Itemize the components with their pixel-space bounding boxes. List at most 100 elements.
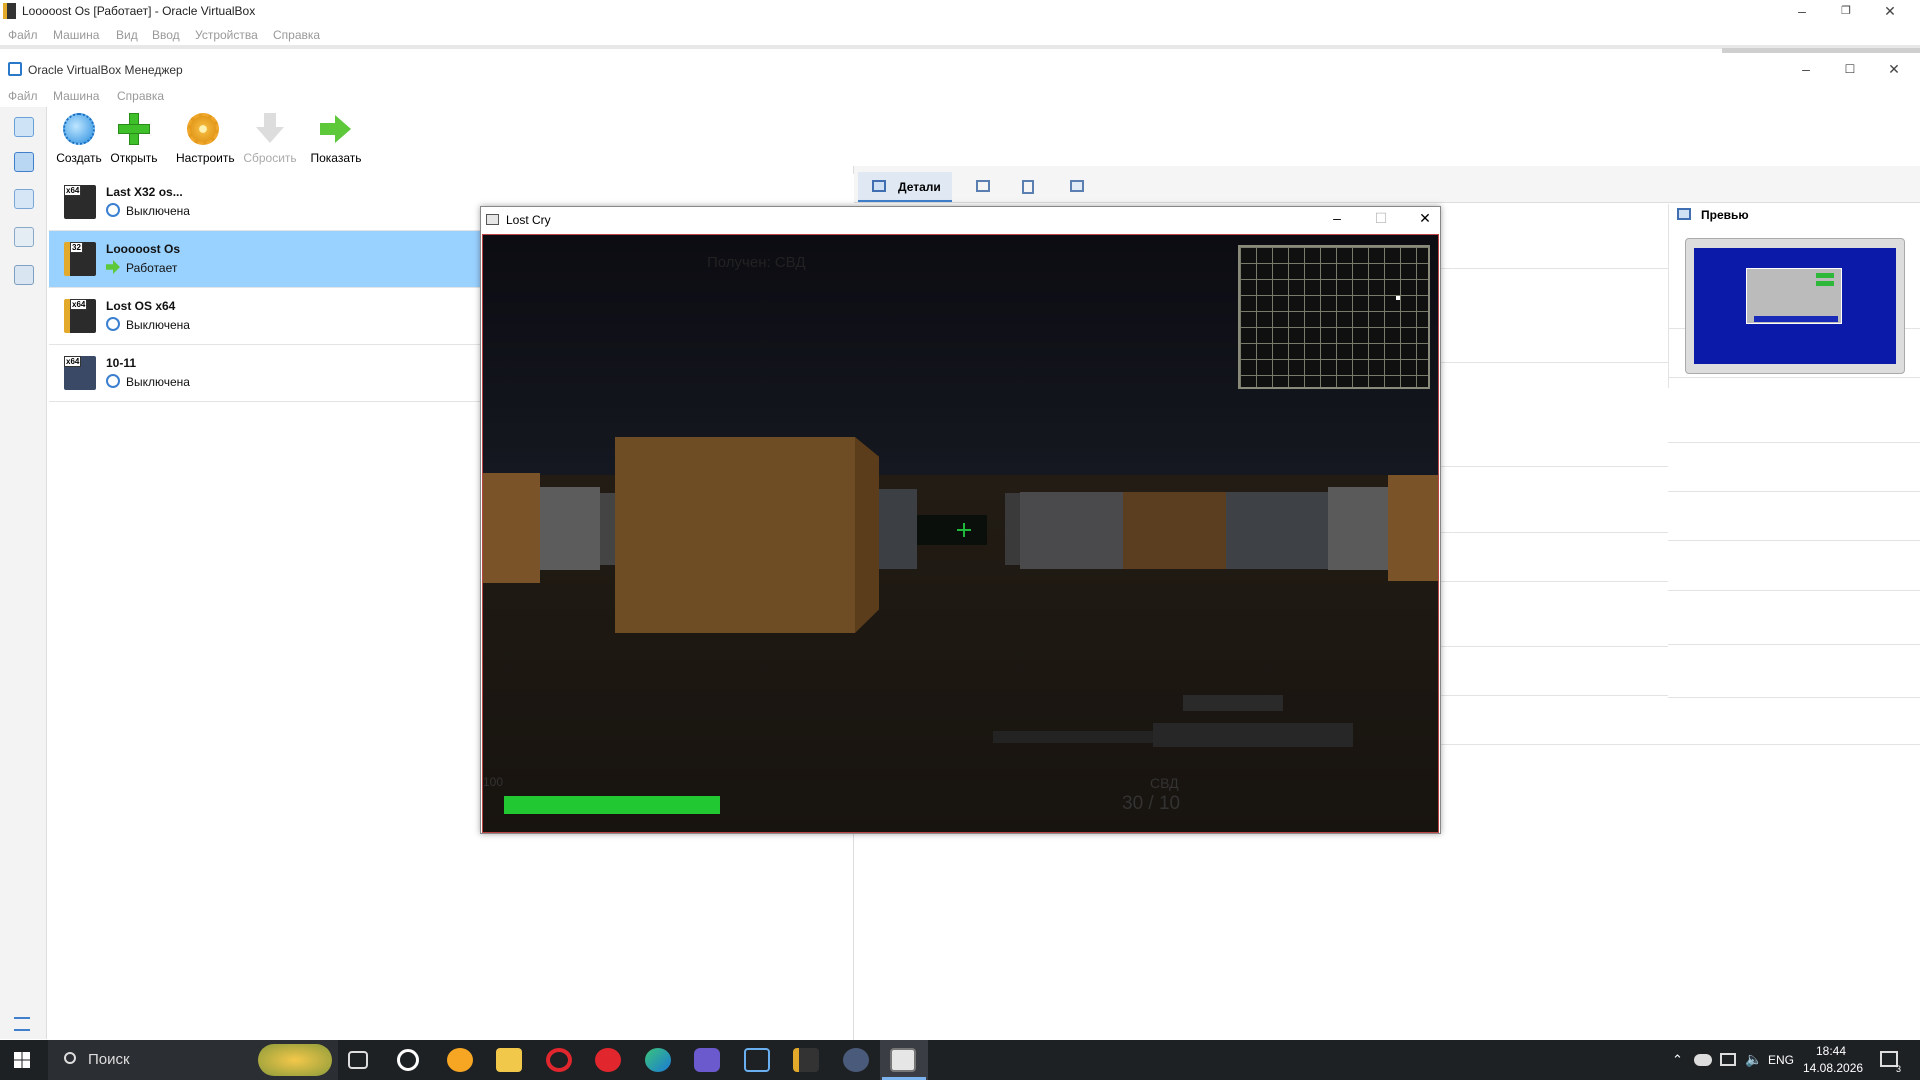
create-button[interactable]: Создать bbox=[51, 111, 107, 165]
create-label: Создать bbox=[56, 151, 102, 165]
weapon-sprite bbox=[1153, 723, 1353, 747]
yandex-icon[interactable] bbox=[595, 1048, 621, 1072]
file-explorer-icon[interactable] bbox=[496, 1048, 522, 1072]
windows-start-icon[interactable] bbox=[14, 1052, 30, 1068]
app-camera-icon[interactable] bbox=[694, 1048, 720, 1072]
menu-help[interactable]: Справка bbox=[117, 89, 164, 103]
menu-machine[interactable]: Машина bbox=[53, 89, 99, 103]
os-icon: 32 bbox=[64, 242, 96, 276]
pickup-message: Получен: СВД bbox=[707, 254, 806, 271]
onedrive-icon[interactable] bbox=[1694, 1054, 1712, 1066]
tab-snapshots[interactable] bbox=[964, 172, 1004, 202]
os-icon: x64 bbox=[64, 356, 96, 390]
crate bbox=[615, 437, 855, 633]
details-divider-long bbox=[1668, 697, 1920, 698]
game-window: Lost Cry – ☐ ✕ Получен: СВД 100 СВД 30 /… bbox=[480, 206, 1441, 834]
preview-title: Превью bbox=[1701, 208, 1749, 222]
maximize-icon[interactable]: ☐ bbox=[1842, 61, 1858, 77]
show-button[interactable]: Показать bbox=[308, 111, 364, 165]
close-icon[interactable]: ✕ bbox=[1882, 3, 1898, 19]
media-icon[interactable] bbox=[14, 227, 34, 247]
preview-icon bbox=[1677, 208, 1691, 220]
clock-time[interactable]: 18:44 bbox=[1816, 1044, 1846, 1058]
discard-label: Сбросить bbox=[243, 151, 297, 165]
vm-name: Lost OS x64 bbox=[106, 299, 176, 313]
clock-date[interactable]: 14.08.2026 bbox=[1803, 1061, 1863, 1075]
os-icon: x64 bbox=[64, 299, 96, 333]
looooost-os-vm-icon[interactable] bbox=[793, 1048, 819, 1072]
menu-file[interactable]: Файл bbox=[8, 89, 38, 103]
os-icon: x64 bbox=[64, 185, 96, 219]
far-wall bbox=[917, 515, 987, 545]
vm-name: Last X32 os... bbox=[106, 185, 183, 199]
yandex-browser-icon[interactable] bbox=[447, 1048, 473, 1072]
language-indicator[interactable]: ENG bbox=[1768, 1053, 1794, 1067]
weapon-name: СВД bbox=[1150, 775, 1179, 791]
crosshair-icon bbox=[957, 523, 971, 537]
wall bbox=[1388, 475, 1438, 581]
wall bbox=[483, 473, 540, 583]
app-mountain-icon[interactable] bbox=[843, 1048, 869, 1072]
vm-state: Выключена bbox=[126, 375, 190, 389]
network-icon[interactable] bbox=[1720, 1053, 1736, 1066]
main-toolbar: Создать Открыть Настроить Сбросить Показ… bbox=[47, 107, 1920, 166]
open-label: Открыть bbox=[110, 151, 158, 165]
minimize-icon[interactable]: – bbox=[1323, 210, 1351, 230]
tray-chevron-icon[interactable]: ⌃ bbox=[1672, 1052, 1683, 1068]
app-c-icon[interactable] bbox=[397, 1049, 419, 1071]
tab-activity[interactable] bbox=[1058, 172, 1098, 202]
game-window-icon bbox=[486, 214, 499, 225]
search-highlight-image bbox=[258, 1044, 332, 1076]
extensions-icon[interactable] bbox=[14, 189, 34, 209]
list-menu-icon[interactable] bbox=[14, 1017, 30, 1031]
menu-view[interactable]: Вид bbox=[116, 28, 138, 42]
notification-count: 3 bbox=[1896, 1064, 1902, 1074]
search-input[interactable]: Поиск bbox=[48, 1040, 338, 1080]
settings-button[interactable]: Настроить bbox=[176, 111, 235, 165]
powered-off-icon bbox=[106, 203, 120, 217]
tab-details[interactable]: Детали bbox=[858, 172, 952, 202]
show-arrow-icon bbox=[320, 115, 352, 143]
outer-window-titlebar: Looooost Os [Работает] - Oracle VirtualB… bbox=[0, 0, 1920, 24]
game-viewport[interactable]: Получен: СВД 100 СВД 30 / 10 bbox=[482, 234, 1439, 833]
menu-devices[interactable]: Устройства bbox=[195, 28, 258, 42]
details-icon bbox=[872, 180, 886, 192]
details-divider-long bbox=[1668, 540, 1920, 541]
vm-state: Выключена bbox=[126, 318, 190, 332]
network-icon[interactable] bbox=[14, 265, 34, 285]
volume-icon[interactable]: 🔈 bbox=[1745, 1051, 1762, 1068]
health-bar bbox=[504, 796, 720, 814]
lost-cry-game-icon[interactable] bbox=[890, 1048, 916, 1072]
health-value: 100 bbox=[483, 775, 504, 789]
menu-machine[interactable]: Машина bbox=[53, 28, 99, 42]
weapon-sprite bbox=[1183, 695, 1283, 711]
minimize-icon[interactable]: – bbox=[1798, 61, 1814, 77]
restore-icon[interactable]: ❐ bbox=[1838, 3, 1854, 19]
close-icon[interactable]: ✕ bbox=[1886, 61, 1902, 77]
task-view-icon[interactable] bbox=[348, 1051, 368, 1069]
search-placeholder: Поиск bbox=[88, 1051, 130, 1068]
virtualbox-icon[interactable] bbox=[744, 1048, 770, 1072]
minimize-icon[interactable]: – bbox=[1794, 3, 1810, 19]
tab-logs[interactable] bbox=[1010, 172, 1050, 202]
show-label: Показать bbox=[310, 151, 362, 165]
logs-icon bbox=[1022, 180, 1034, 194]
menu-file[interactable]: Файл bbox=[8, 28, 38, 42]
close-icon[interactable]: ✕ bbox=[1411, 210, 1439, 230]
manager-titlebar: Oracle VirtualBox Менеджер – ☐ ✕ bbox=[0, 53, 1920, 83]
wall bbox=[1328, 487, 1388, 570]
wall bbox=[540, 487, 600, 570]
outer-window-title: Looooost Os [Работает] - Oracle VirtualB… bbox=[22, 4, 256, 18]
machines-icon[interactable] bbox=[14, 152, 34, 172]
details-divider-long bbox=[1668, 644, 1920, 645]
menu-help[interactable]: Справка bbox=[273, 28, 320, 42]
edge-icon[interactable] bbox=[645, 1048, 671, 1072]
opera-icon[interactable] bbox=[546, 1048, 572, 1072]
preview-screen bbox=[1694, 248, 1896, 364]
open-button[interactable]: Открыть bbox=[106, 111, 162, 165]
create-icon bbox=[63, 113, 95, 145]
welcome-icon[interactable] bbox=[14, 117, 34, 137]
manager-menubar: Файл Машина Справка bbox=[0, 83, 1920, 107]
tools-sidebar bbox=[0, 107, 47, 1039]
menu-input[interactable]: Ввод bbox=[152, 28, 180, 42]
